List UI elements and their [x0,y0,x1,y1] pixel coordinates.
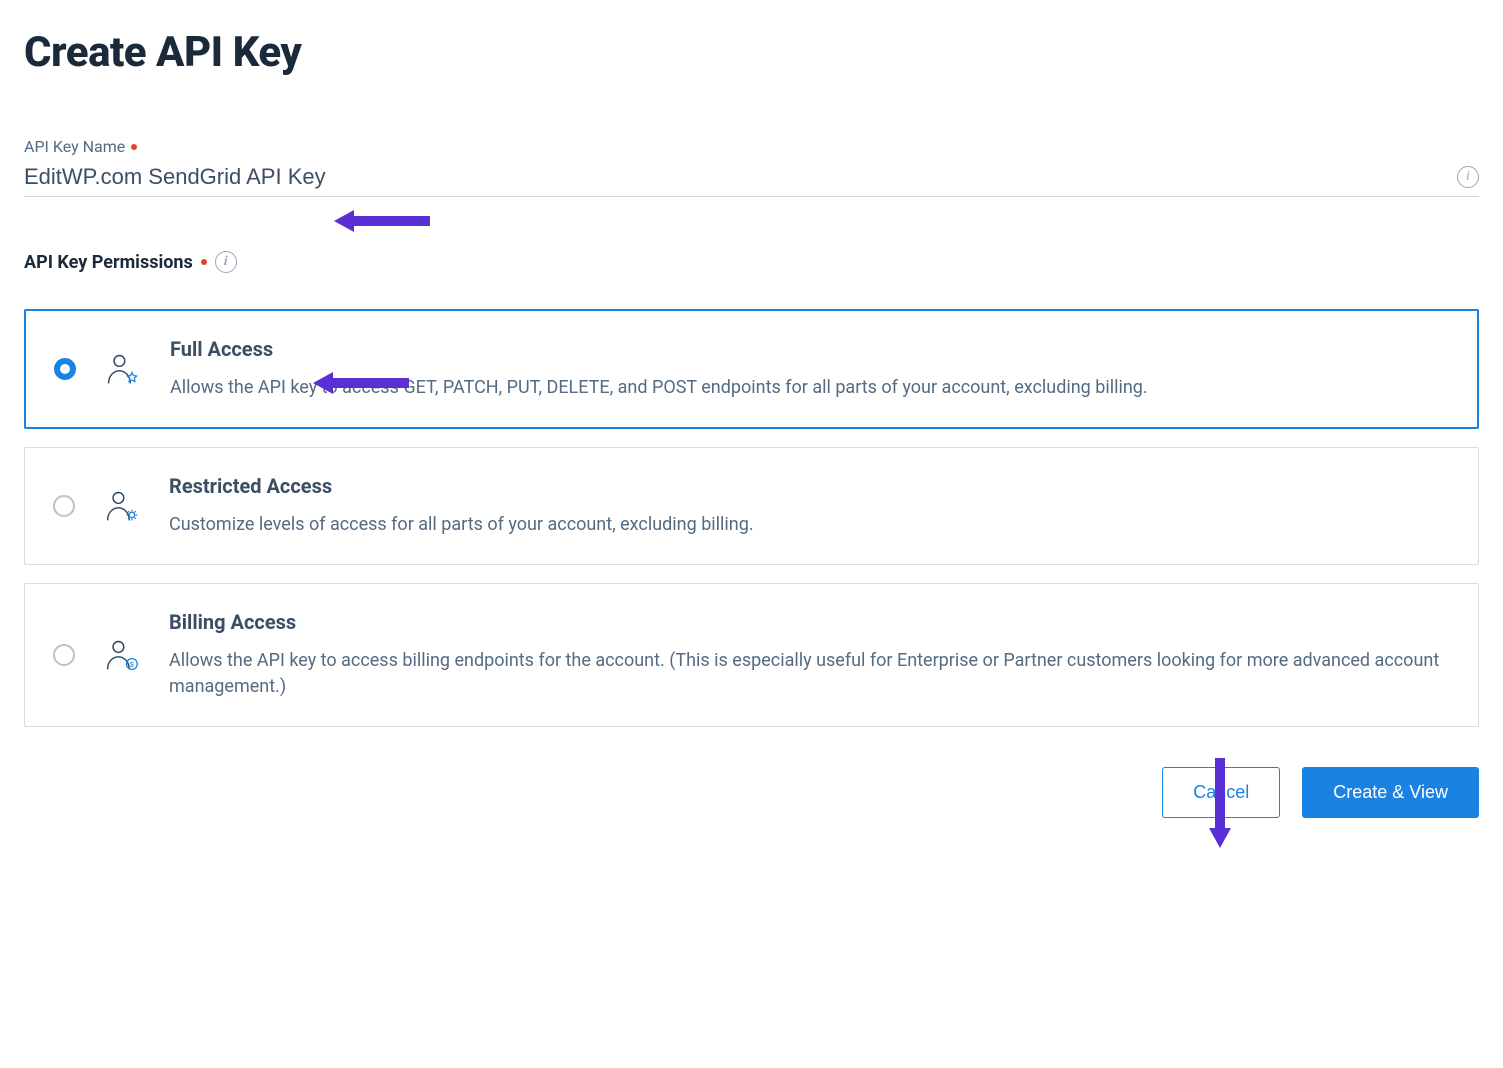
permission-option-restricted-access[interactable]: Restricted Access Customize levels of ac… [24,447,1479,565]
api-key-name-label-text: API Key Name [24,137,125,156]
create-view-button[interactable]: Create & View [1302,767,1479,818]
info-icon[interactable]: i [1457,166,1479,188]
permissions-section-label: API Key Permissions i [24,251,1479,273]
svg-text:$: $ [130,660,134,669]
permissions-options: Full Access Allows the API key to access… [24,309,1479,727]
api-key-name-label: API Key Name [24,137,1479,156]
option-desc-billing-access: Allows the API key to access billing end… [169,650,1439,697]
page-title: Create API Key [24,28,1479,77]
required-indicator-icon [131,144,137,150]
option-title-full-access: Full Access [170,337,273,361]
option-title-billing-access: Billing Access [169,610,296,634]
permissions-label-text: API Key Permissions [24,252,193,273]
api-key-name-input[interactable] [24,164,1457,190]
form-actions: Cancel Create & View [24,767,1479,818]
permission-option-billing-access[interactable]: $ Billing Access Allows the API key to a… [24,583,1479,727]
required-indicator-icon [201,259,207,265]
annotation-arrow-icon [334,210,430,232]
user-star-icon [104,350,142,388]
radio-billing-access[interactable] [53,644,75,666]
api-key-name-row: i [24,164,1479,197]
info-icon[interactable]: i [215,251,237,273]
radio-full-access[interactable] [54,358,76,380]
option-desc-restricted-access: Customize levels of access for all parts… [169,514,754,535]
user-gear-icon [103,487,141,525]
user-dollar-icon: $ [103,636,141,674]
permission-option-full-access[interactable]: Full Access Allows the API key to access… [24,309,1479,429]
option-title-restricted-access: Restricted Access [169,474,332,498]
radio-restricted-access[interactable] [53,495,75,517]
cancel-button[interactable]: Cancel [1162,767,1280,818]
option-desc-full-access: Allows the API key to access GET, PATCH,… [170,377,1148,398]
